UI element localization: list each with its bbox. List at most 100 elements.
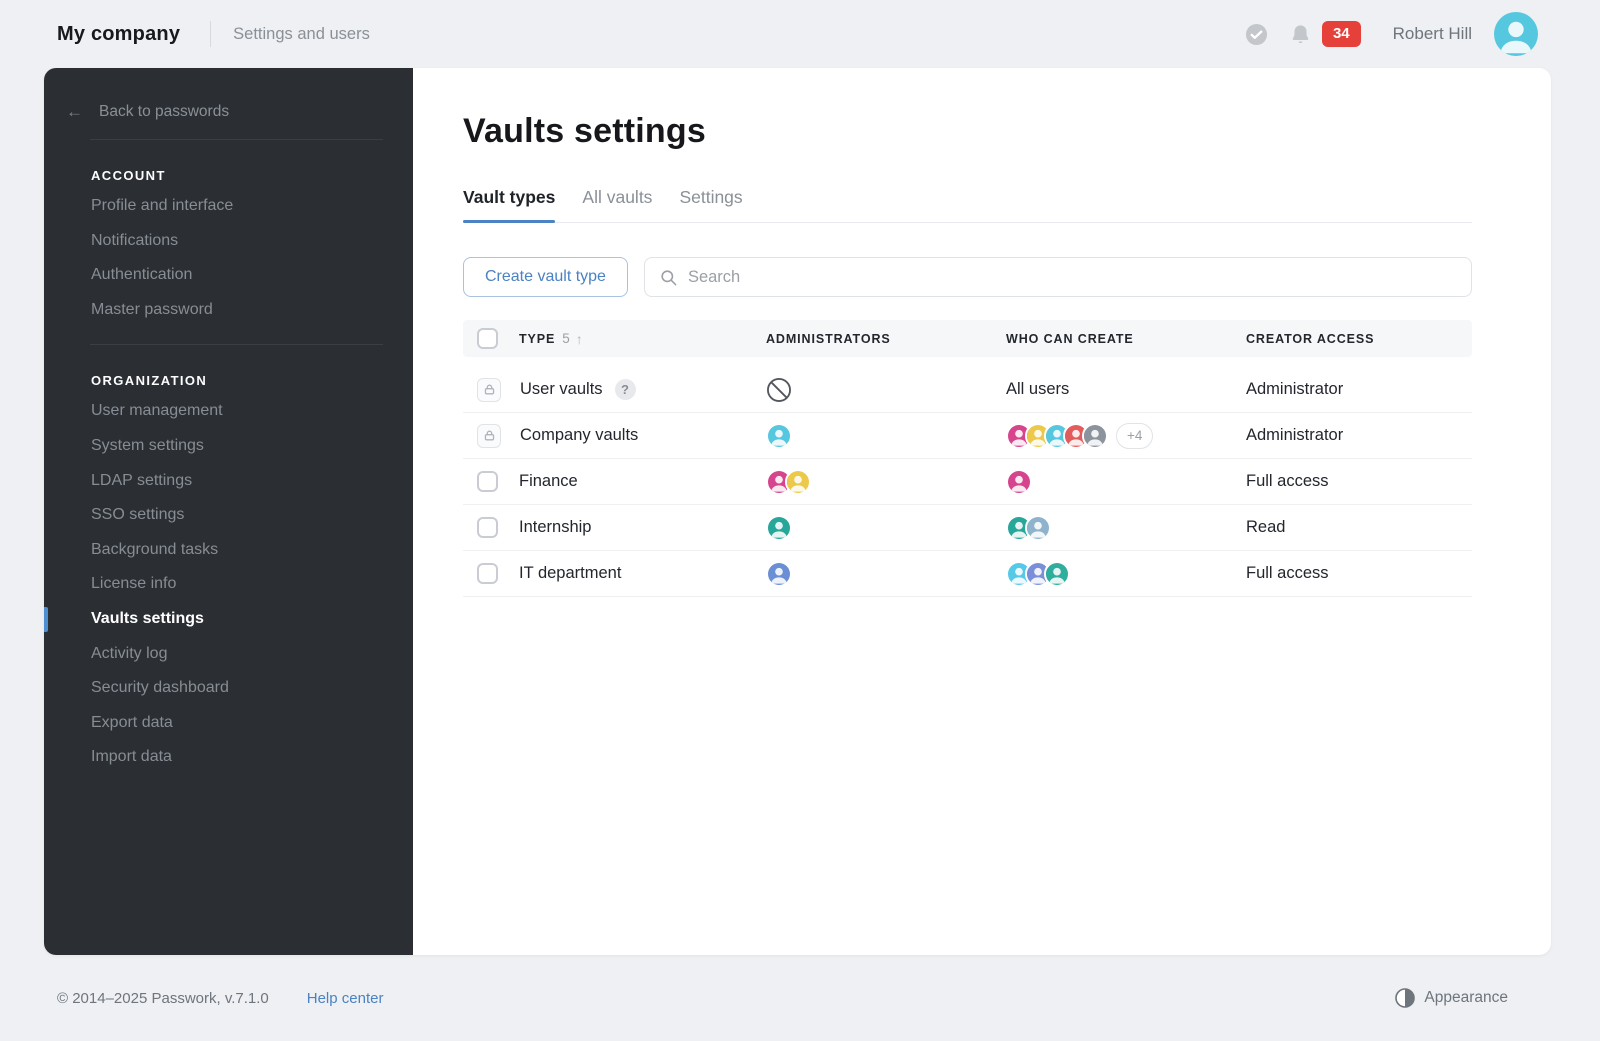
avatar-stack	[1006, 561, 1070, 587]
sidebar-item-security-dashboard[interactable]: Security dashboard	[44, 671, 413, 706]
sidebar-item-background-tasks[interactable]: Background tasks	[44, 533, 413, 568]
page-title: Vaults settings	[463, 112, 1472, 151]
tab-all-vaults[interactable]: All vaults	[582, 187, 652, 222]
avatar-stack	[766, 515, 792, 541]
back-label: Back to passwords	[99, 103, 229, 121]
sidebar-item-import-data[interactable]: Import data	[44, 740, 413, 775]
row-checkbox[interactable]	[477, 471, 498, 492]
cell-text: All users	[1006, 380, 1069, 399]
header-actions: 34 Robert Hill	[1245, 12, 1538, 56]
table-row-it-department[interactable]: IT department Full access	[463, 551, 1472, 597]
creator-access-cell: Read	[1246, 518, 1472, 537]
tab-vault-types[interactable]: Vault types	[463, 187, 555, 222]
sidebar-item-vaults-settings[interactable]: Vaults settings	[44, 602, 413, 637]
sidebar-item-sso-settings[interactable]: SSO settings	[44, 498, 413, 533]
administrators-cell	[766, 561, 1006, 587]
table-row-company-vaults[interactable]: Company vaults +4 Administrator	[463, 413, 1472, 459]
search-box[interactable]	[644, 257, 1472, 297]
row-checkbox[interactable]	[477, 517, 498, 538]
tab-settings[interactable]: Settings	[679, 187, 742, 222]
search-input[interactable]	[688, 268, 1457, 287]
sort-arrow-up-icon[interactable]: ↑	[576, 331, 584, 347]
creator-access-cell: Administrator	[1246, 426, 1472, 445]
administrators-cell	[766, 469, 1006, 495]
user-avatar[interactable]	[1025, 515, 1051, 541]
creator-access-cell: Full access	[1246, 472, 1472, 491]
vault-type-name: IT department	[519, 564, 621, 583]
sidebar-sections: ACCOUNTProfile and interfaceNotification…	[44, 139, 413, 775]
create-vault-type-button[interactable]: Create vault type	[463, 257, 628, 297]
sidebar-divider	[90, 139, 383, 140]
tabs: Vault types All vaults Settings	[463, 187, 1472, 223]
who-can-create-cell	[1006, 561, 1246, 587]
sidebar-section-title-organization: ORGANIZATION	[44, 373, 413, 394]
column-type-label: TYPE	[519, 332, 555, 346]
lock-icon	[477, 424, 501, 448]
user-avatar[interactable]	[1044, 561, 1070, 587]
table-row-internship[interactable]: Internship Read	[463, 505, 1472, 551]
column-creator-access: CREATOR ACCESS	[1246, 332, 1472, 346]
user-name[interactable]: Robert Hill	[1393, 24, 1472, 44]
table-row-user-vaults[interactable]: User vaults?All usersAdministrator	[463, 367, 1472, 413]
sidebar-item-authentication[interactable]: Authentication	[44, 258, 413, 293]
sidebar-item-profile-and-interface[interactable]: Profile and interface	[44, 189, 413, 224]
appearance-toggle[interactable]: Appearance	[1395, 988, 1508, 1008]
avatar-stack	[1006, 469, 1032, 495]
status-check-icon[interactable]	[1245, 22, 1269, 46]
who-can-create-cell: All users	[1006, 380, 1246, 399]
copyright-text: © 2014–2025 Passwork, v.7.1.0	[57, 990, 269, 1007]
avatar-stack	[766, 469, 811, 495]
who-can-create-cell	[1006, 469, 1246, 495]
type-cell: User vaults?	[463, 378, 766, 402]
main-card: ← Back to passwords ACCOUNTProfile and i…	[44, 68, 1551, 955]
sidebar-item-ldap-settings[interactable]: LDAP settings	[44, 464, 413, 499]
notification-count-badge[interactable]: 34	[1322, 21, 1361, 47]
toolbar: Create vault type	[463, 257, 1472, 297]
column-administrators: ADMINISTRATORS	[766, 332, 1006, 346]
table-row-finance[interactable]: Finance Full access	[463, 459, 1472, 505]
header-divider	[210, 21, 211, 47]
avatar-stack	[766, 423, 792, 449]
user-avatar[interactable]	[785, 469, 811, 495]
sidebar-item-notifications[interactable]: Notifications	[44, 224, 413, 259]
settings-sidebar: ← Back to passwords ACCOUNTProfile and i…	[44, 68, 413, 955]
select-all-checkbox[interactable]	[477, 328, 498, 349]
vault-type-name: Company vaults	[520, 426, 638, 445]
no-access-icon	[766, 377, 792, 403]
header-context-label: Settings and users	[233, 25, 370, 44]
user-avatar[interactable]	[1082, 423, 1108, 449]
column-who-can-create: WHO CAN CREATE	[1006, 332, 1246, 346]
vault-type-name: Finance	[519, 472, 578, 491]
sidebar-item-activity-log[interactable]: Activity log	[44, 637, 413, 672]
sidebar-item-user-management[interactable]: User management	[44, 394, 413, 429]
sidebar-divider	[90, 344, 383, 345]
user-avatar[interactable]	[1494, 12, 1538, 56]
table-header: TYPE 5 ↑ ADMINISTRATORS WHO CAN CREATE C…	[463, 320, 1472, 357]
type-cell: Company vaults	[463, 424, 766, 448]
row-checkbox[interactable]	[477, 563, 498, 584]
bell-icon[interactable]	[1289, 22, 1313, 46]
administrators-cell	[766, 423, 1006, 449]
avatar-stack	[766, 561, 792, 587]
sidebar-item-license-info[interactable]: License info	[44, 567, 413, 602]
sidebar-item-export-data[interactable]: Export data	[44, 706, 413, 741]
user-avatar[interactable]	[766, 515, 792, 541]
who-can-create-cell	[1006, 515, 1246, 541]
more-users-pill[interactable]: +4	[1116, 423, 1153, 449]
type-count: 5	[562, 331, 570, 346]
user-avatar[interactable]	[766, 423, 792, 449]
contrast-icon	[1395, 988, 1415, 1008]
sidebar-item-master-password[interactable]: Master password	[44, 293, 413, 328]
user-avatar[interactable]	[1006, 469, 1032, 495]
avatar-stack	[1006, 423, 1108, 449]
help-icon[interactable]: ?	[615, 379, 636, 400]
sidebar-item-system-settings[interactable]: System settings	[44, 429, 413, 464]
user-avatar[interactable]	[766, 561, 792, 587]
vault-type-name: Internship	[519, 518, 591, 537]
back-to-passwords-link[interactable]: ← Back to passwords	[44, 102, 413, 122]
help-center-link[interactable]: Help center	[307, 990, 384, 1007]
administrators-cell	[766, 515, 1006, 541]
creator-access-cell: Full access	[1246, 564, 1472, 583]
type-cell: Internship	[463, 517, 766, 538]
sidebar-section-title-account: ACCOUNT	[44, 168, 413, 189]
